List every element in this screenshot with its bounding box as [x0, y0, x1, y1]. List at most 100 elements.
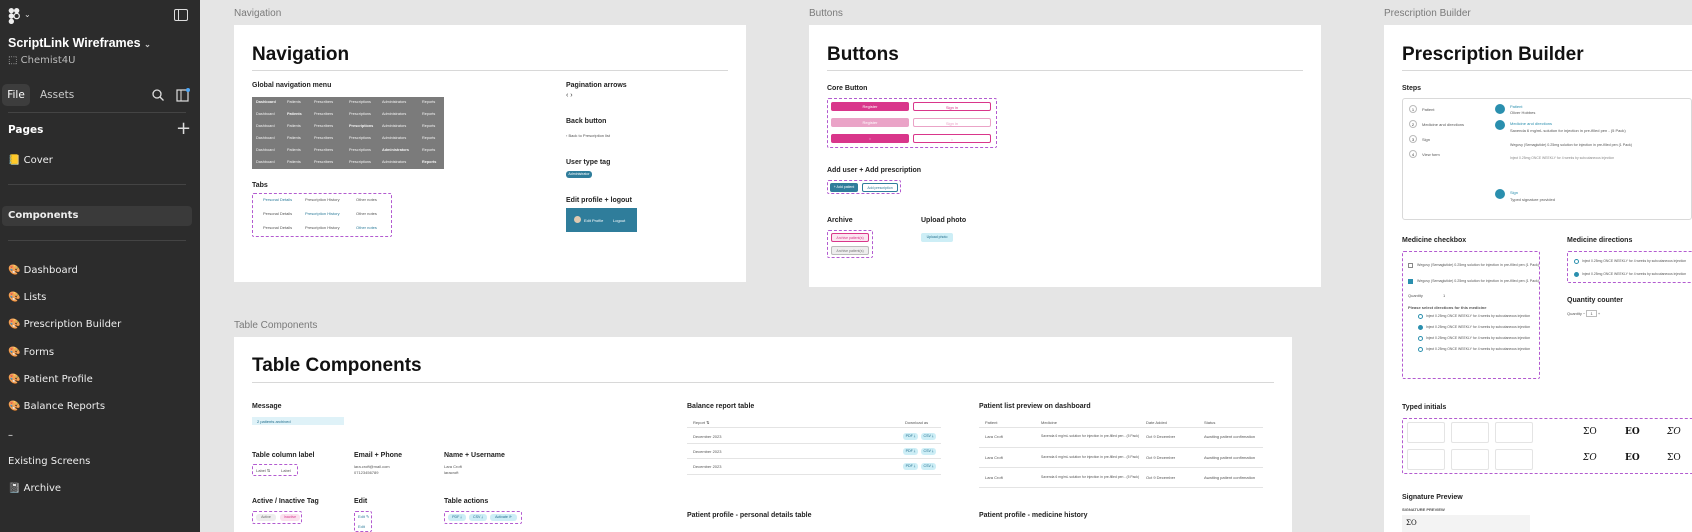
nav-item-administrators[interactable]: Administrators — [382, 160, 406, 164]
csv-action[interactable]: CSV ⤓ — [921, 433, 936, 440]
step-label-patient[interactable]: Patient — [1422, 107, 1434, 112]
activate-action[interactable]: Activate ⟳ — [490, 514, 517, 521]
nav-item-prescribers[interactable]: Prescribers — [314, 136, 333, 140]
page-item-balance-reports[interactable]: 🎨 Balance Reports — [8, 401, 105, 412]
nav-item-patients[interactable]: Patients — [287, 136, 301, 140]
initials-sample[interactable]: EO — [1625, 427, 1640, 437]
frame-navigation[interactable]: Navigation Global navigation menu Dashbo… — [234, 25, 746, 282]
nav-item-administrators[interactable]: Administrators — [382, 136, 406, 140]
nav-item-prescriptions[interactable]: Prescriptions — [349, 136, 371, 140]
nav-item-reports[interactable]: Reports — [422, 136, 435, 140]
page-item-cover[interactable]: 📒 Cover — [8, 155, 53, 166]
radio-selected[interactable] — [1574, 272, 1579, 277]
page-item-prescription-builder[interactable]: 🎨 Prescription Builder — [8, 319, 121, 330]
nav-item-patients[interactable]: Patients — [287, 160, 301, 164]
tab-personal-details[interactable]: Personal Details — [263, 197, 292, 202]
quantity-value[interactable]: 1 — [1586, 310, 1597, 317]
csv-action[interactable]: CSV ⤓ — [921, 448, 936, 455]
archive-button[interactable]: Archive patient(s) — [831, 233, 869, 242]
secondary-button-disabled[interactable]: Sign in — [913, 118, 991, 127]
page-item-forms[interactable]: 🎨 Forms — [8, 347, 54, 358]
checkbox[interactable] — [1408, 263, 1413, 268]
archive-button-disabled[interactable]: Archive patient(s) — [831, 246, 869, 255]
page-item-dash[interactable]: – — [8, 430, 13, 441]
pagination-arrows[interactable]: ‹ › — [566, 92, 573, 99]
step-label-view-form[interactable]: View form — [1422, 152, 1440, 157]
library-icon[interactable] — [176, 88, 190, 102]
nav-item-prescribers[interactable]: Prescribers — [314, 148, 333, 152]
logout-link[interactable]: Logout — [613, 218, 625, 223]
design-canvas[interactable]: Navigation Navigation Global navigation … — [200, 0, 1692, 532]
pdf-action[interactable]: PDF ⤓ — [903, 448, 918, 455]
initials-cell[interactable] — [1451, 422, 1489, 443]
nav-item-dashboard[interactable]: Dashboard — [256, 160, 275, 164]
toggle-panel-icon[interactable] — [174, 9, 188, 21]
patient-name[interactable]: Lara Croft — [985, 475, 1003, 480]
frame-label-navigation[interactable]: Navigation — [234, 8, 281, 19]
patient-name[interactable]: Lara Croft — [985, 434, 1003, 439]
page-item-archive[interactable]: 📓 Archive — [8, 483, 61, 494]
secondary-button[interactable]: Sign in — [913, 102, 991, 111]
nav-item-prescriptions[interactable]: Prescriptions — [349, 124, 373, 128]
tab-assets[interactable]: Assets — [40, 84, 74, 106]
add-prescription-button[interactable]: Add prescription — [862, 183, 898, 192]
nav-item-reports[interactable]: Reports — [422, 112, 435, 116]
pdf-action[interactable]: PDF ⤓ — [903, 463, 918, 470]
pdf-action[interactable]: PDF ⤓ — [903, 433, 918, 440]
radio[interactable] — [1418, 314, 1423, 319]
chevron-down-icon[interactable]: ⌄ — [24, 10, 31, 19]
quantity-value[interactable]: 1 — [1443, 293, 1445, 298]
add-patient-button[interactable]: + Add patient — [830, 183, 858, 192]
tab-prescription-history[interactable]: Prescription History — [305, 225, 340, 230]
radio[interactable] — [1574, 259, 1579, 264]
search-icon[interactable] — [152, 89, 164, 101]
column-header[interactable]: Report ⇅ — [693, 420, 709, 425]
secondary-button-loading[interactable]: ◌ — [913, 134, 991, 143]
nav-item-administrators[interactable]: Administrators — [382, 124, 406, 128]
tab-personal-details[interactable]: Personal Details — [263, 211, 292, 216]
figma-logo-icon[interactable] — [8, 8, 20, 24]
nav-item-dashboard[interactable]: Dashboard — [256, 100, 276, 104]
step-label-sign[interactable]: Sign — [1422, 137, 1430, 142]
initials-sample[interactable]: EO — [1625, 453, 1640, 463]
initials-cell[interactable] — [1407, 449, 1445, 470]
csv-action[interactable]: CSV ⤓ — [469, 514, 487, 521]
nav-item-patients[interactable]: Patients — [287, 124, 301, 128]
nav-item-patients[interactable]: Patients — [287, 112, 302, 116]
nav-item-administrators[interactable]: Administrators — [382, 112, 406, 116]
nav-item-prescribers[interactable]: Prescribers — [314, 100, 333, 104]
pdf-action[interactable]: PDF ⤓ — [448, 514, 466, 521]
tab-prescription-history[interactable]: Prescription History — [305, 211, 340, 216]
nav-item-reports[interactable]: Reports — [422, 148, 435, 152]
initials-sample[interactable]: ΣO — [1667, 427, 1681, 437]
frame-label-buttons[interactable]: Buttons — [809, 8, 843, 19]
radio[interactable] — [1418, 347, 1423, 352]
initials-sample[interactable]: ΣO — [1583, 427, 1597, 437]
initials-cell[interactable] — [1407, 422, 1445, 443]
edit-link[interactable]: Edit — [358, 524, 365, 529]
initials-cell[interactable] — [1495, 422, 1533, 443]
nav-item-prescribers[interactable]: Prescribers — [314, 112, 333, 116]
nav-item-dashboard[interactable]: Dashboard — [256, 148, 275, 152]
nav-item-prescriptions[interactable]: Prescriptions — [349, 112, 371, 116]
frame-buttons[interactable]: Buttons Core Button Register Sign in Reg… — [809, 25, 1321, 287]
add-page-icon[interactable]: + — [176, 118, 191, 139]
radio-selected[interactable] — [1418, 325, 1423, 330]
nav-item-reports[interactable]: Reports — [422, 100, 435, 104]
primary-button-loading[interactable]: ◌ — [831, 134, 909, 143]
page-item-dashboard[interactable]: 🎨 Dashboard — [8, 265, 78, 276]
avatar[interactable] — [574, 216, 581, 223]
tab-file[interactable]: File — [2, 84, 30, 106]
nav-item-administrators[interactable]: Administrators — [382, 100, 406, 104]
chevron-down-icon[interactable]: ⌄ — [144, 40, 151, 49]
initials-cell[interactable] — [1495, 449, 1533, 470]
project-title[interactable]: ScriptLink Wireframes ⌄ — [8, 36, 151, 50]
initials-sample[interactable]: ΣO — [1667, 453, 1681, 463]
frame-label-prescription-builder[interactable]: Prescription Builder — [1384, 8, 1471, 19]
nav-item-administrators[interactable]: Administrators — [382, 148, 409, 152]
tab-other-notes[interactable]: Other notes — [356, 225, 377, 230]
step-label-medicine[interactable]: Medicine and directions — [1422, 122, 1464, 127]
tab-personal-details[interactable]: Personal Details — [263, 225, 292, 230]
upload-photo-button[interactable]: Upload photo — [921, 233, 953, 242]
nav-item-patients[interactable]: Patients — [287, 148, 301, 152]
